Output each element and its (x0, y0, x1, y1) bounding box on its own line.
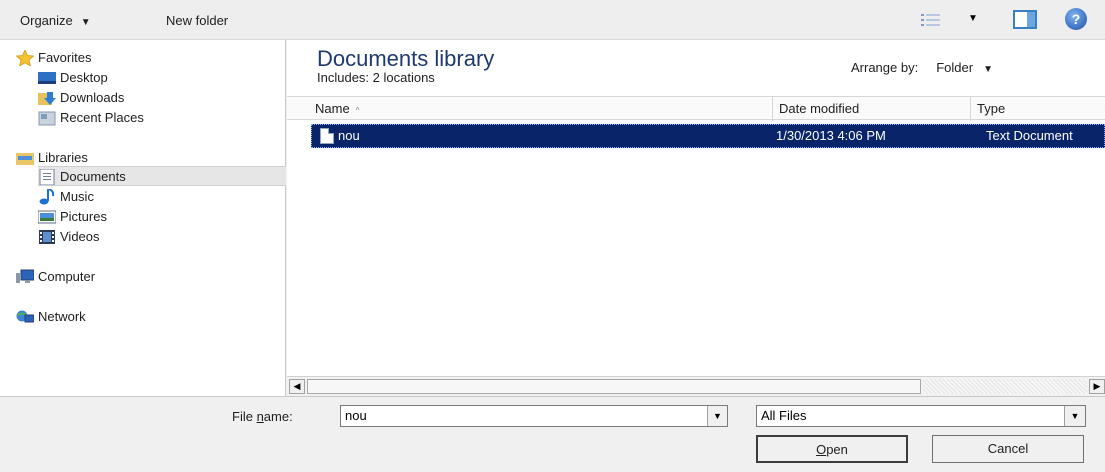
file-type-cell: Text Document (986, 128, 1073, 143)
new-folder-button[interactable]: New folder (166, 12, 228, 30)
organize-button[interactable]: Organize ▼ (20, 12, 91, 30)
nav-network-label: Network (38, 309, 86, 324)
views-icon[interactable] (920, 11, 942, 29)
chevron-down-icon[interactable]: ▼ (983, 64, 993, 75)
file-row[interactable]: nou 1/30/2013 4:06 PM Text Document (311, 124, 1105, 148)
arrange-by: Arrange by: Folder ▼ (851, 60, 993, 75)
file-type-select[interactable]: All Files (756, 405, 1086, 427)
nav-computer[interactable]: Computer (16, 267, 96, 287)
sort-ascending-icon: ^ (355, 106, 360, 115)
chevron-down-icon: ▼ (80, 17, 91, 28)
open-label-mnemonic: O (816, 442, 827, 457)
nav-item-label: Desktop (60, 70, 108, 85)
file-date-cell: 1/30/2013 4:06 PM (776, 128, 886, 143)
column-header-date-modified[interactable]: Date modified (773, 97, 971, 121)
nav-favorites[interactable]: Favorites (16, 48, 92, 68)
computer-icon (16, 269, 34, 285)
file-type-dropdown-icon[interactable]: ▼ (1064, 406, 1085, 426)
libraries-icon (16, 150, 34, 166)
navigation-pane: Favorites Desktop Downloads Recent Place… (0, 40, 286, 396)
nav-network[interactable]: Network (16, 307, 86, 327)
column-header-name[interactable]: Name ^ (309, 97, 773, 121)
nav-item-pictures[interactable]: Pictures (38, 207, 107, 227)
nav-item-label: Downloads (60, 90, 125, 105)
horizontal-scrollbar[interactable]: ◀ ▶ (287, 376, 1105, 396)
text-document-icon (320, 128, 334, 144)
nav-libraries[interactable]: Libraries (16, 148, 88, 168)
star-icon (16, 50, 34, 66)
column-header-type[interactable]: Type (971, 97, 1105, 121)
recent-places-icon (38, 110, 56, 126)
file-name-label: File name: (232, 409, 293, 424)
file-name-label-post: ame: (263, 409, 293, 424)
scrollbar-thumb[interactable] (307, 379, 921, 394)
nav-item-label: Recent Places (60, 110, 144, 125)
nav-item-label: Videos (60, 229, 100, 244)
file-name-input[interactable]: nou (340, 405, 728, 427)
arrange-by-label: Arrange by: (851, 60, 919, 75)
nav-item-label: Documents (60, 169, 126, 184)
column-header: Name ^ Date modified Type (287, 96, 1105, 121)
cancel-button[interactable]: Cancel (932, 435, 1084, 463)
nav-computer-label: Computer (38, 269, 96, 284)
nav-favorites-label: Favorites (38, 50, 92, 65)
scroll-right-icon[interactable]: ▶ (1089, 379, 1105, 394)
preview-pane-icon[interactable] (1013, 10, 1037, 29)
scrollbar-track[interactable] (923, 379, 1087, 394)
toolbar: Organize ▼ New folder ▼ ? (0, 0, 1105, 40)
nav-item-desktop[interactable]: Desktop (38, 68, 108, 88)
page-title: Documents library (317, 46, 495, 71)
nav-item-music[interactable]: Music (39, 187, 94, 207)
nav-item-downloads[interactable]: Downloads (38, 88, 125, 108)
nav-item-videos[interactable]: Videos (39, 227, 100, 247)
file-name-cell: nou (338, 128, 360, 143)
library-locations-text[interactable]: Includes: 2 locations (317, 70, 435, 85)
help-icon[interactable]: ? (1065, 8, 1087, 30)
organize-label: Organize (20, 13, 73, 28)
open-label-rest: pen (826, 442, 848, 457)
videos-icon (38, 229, 56, 245)
nav-libraries-label: Libraries (38, 150, 88, 165)
file-name-label-mnemonic: n (256, 409, 264, 424)
arrange-by-dropdown[interactable]: Folder (936, 60, 973, 75)
desktop-icon (38, 70, 56, 86)
network-icon (16, 309, 34, 325)
pictures-icon (38, 209, 56, 225)
music-icon (38, 189, 56, 205)
column-name-label: Name (315, 101, 350, 116)
nav-item-recent-places[interactable]: Recent Places (38, 108, 144, 128)
file-name-dropdown-icon[interactable]: ▼ (707, 406, 727, 426)
file-name-label-pre: File (232, 409, 257, 424)
nav-item-documents[interactable]: Documents (39, 167, 126, 187)
downloads-icon (38, 90, 56, 106)
open-button[interactable]: Open (756, 435, 908, 463)
dialog-footer: File name: nou ▼ All Files ▼ Open Cancel (0, 396, 1105, 472)
views-dropdown-icon[interactable]: ▼ (968, 13, 978, 24)
documents-icon (38, 169, 56, 185)
scroll-left-icon[interactable]: ◀ (289, 379, 305, 394)
file-list-pane: Documents library Includes: 2 locations … (287, 40, 1105, 396)
nav-item-label: Music (60, 189, 94, 204)
nav-item-label: Pictures (60, 209, 107, 224)
